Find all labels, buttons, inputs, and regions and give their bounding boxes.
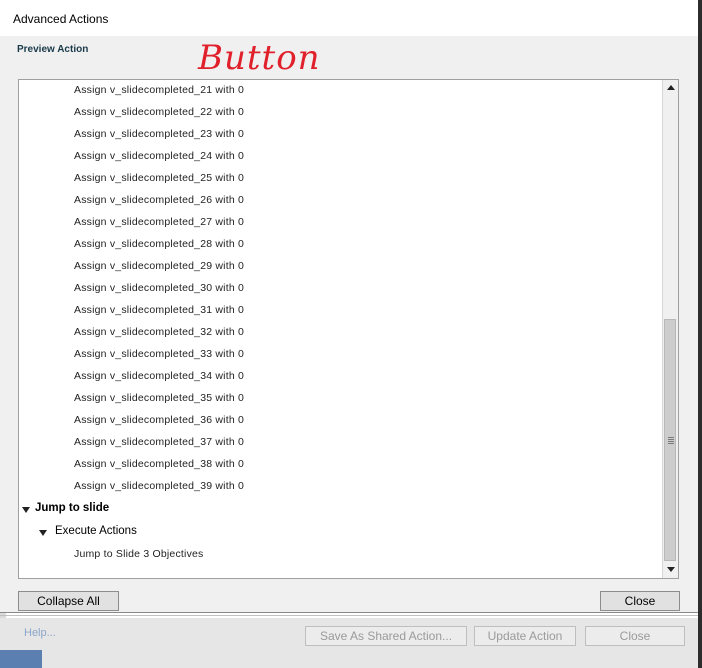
- list-item[interactable]: Assign v_slidecompleted_35 with 0: [74, 392, 244, 404]
- list-item[interactable]: Assign v_slidecompleted_38 with 0: [74, 458, 244, 470]
- tree-group-label: Jump to slide: [35, 502, 110, 514]
- help-link[interactable]: Help...: [24, 627, 56, 639]
- background-taskbar-fragment: [0, 650, 42, 668]
- list-item[interactable]: Assign v_slidecompleted_23 with 0: [74, 128, 244, 140]
- list-item[interactable]: Assign v_slidecompleted_36 with 0: [74, 414, 244, 426]
- update-action-button[interactable]: Update Action: [474, 626, 576, 646]
- collapse-all-button[interactable]: Collapse All: [18, 591, 119, 611]
- list-item[interactable]: Assign v_slidecompleted_25 with 0: [74, 172, 244, 184]
- grip-icon: [668, 439, 674, 440]
- window-edge: [698, 0, 702, 668]
- grip-icon: [668, 437, 674, 438]
- list-item[interactable]: Assign v_slidecompleted_34 with 0: [74, 370, 244, 382]
- expand-triangle-icon[interactable]: [39, 530, 47, 536]
- list-item[interactable]: Assign v_slidecompleted_21 with 0: [74, 84, 244, 96]
- list-item[interactable]: Assign v_slidecompleted_28 with 0: [74, 238, 244, 250]
- handwritten-annotation: Button: [198, 38, 321, 78]
- grip-icon: [668, 443, 674, 444]
- preview-action-dialog: Advanced Actions Preview Action Button A…: [0, 0, 699, 613]
- list-item[interactable]: Jump to Slide 3 Objectives: [74, 548, 204, 560]
- action-tree: Assign v_slidecompleted_21 with 0 Assign …: [19, 80, 663, 578]
- window-title: Advanced Actions: [13, 12, 109, 26]
- list-item[interactable]: Assign v_slidecompleted_29 with 0: [74, 260, 244, 272]
- arrow-up-icon: [667, 85, 675, 90]
- save-as-shared-action-button[interactable]: Save As Shared Action...: [305, 626, 467, 646]
- arrow-down-icon: [667, 567, 675, 572]
- scroll-up-button[interactable]: [663, 80, 678, 96]
- section-label: Preview Action: [17, 44, 89, 55]
- vertical-scrollbar[interactable]: [662, 80, 678, 578]
- list-item[interactable]: Assign v_slidecompleted_37 with 0: [74, 436, 244, 448]
- close-button[interactable]: Close: [600, 591, 680, 611]
- scrollbar-thumb[interactable]: [664, 319, 676, 561]
- list-item[interactable]: Assign v_slidecompleted_30 with 0: [74, 282, 244, 294]
- list-item[interactable]: Assign v_slidecompleted_39 with 0: [74, 480, 244, 492]
- list-item[interactable]: Assign v_slidecompleted_31 with 0: [74, 304, 244, 316]
- list-item[interactable]: Assign v_slidecompleted_32 with 0: [74, 326, 244, 338]
- list-item[interactable]: Assign v_slidecompleted_27 with 0: [74, 216, 244, 228]
- background-divider: [0, 615, 702, 616]
- expand-triangle-icon[interactable]: [22, 507, 30, 513]
- grip-icon: [668, 441, 674, 442]
- scroll-down-button[interactable]: [663, 562, 678, 578]
- list-item[interactable]: Assign v_slidecompleted_33 with 0: [74, 348, 244, 360]
- tree-group-label: Execute Actions: [55, 525, 137, 537]
- title-bar[interactable]: Advanced Actions: [0, 0, 698, 36]
- background-close-button[interactable]: Close: [585, 626, 685, 646]
- list-item[interactable]: Assign v_slidecompleted_24 with 0: [74, 150, 244, 162]
- action-preview-list[interactable]: Assign v_slidecompleted_21 with 0 Assign …: [18, 79, 679, 579]
- list-item[interactable]: Assign v_slidecompleted_26 with 0: [74, 194, 244, 206]
- list-item[interactable]: Assign v_slidecompleted_22 with 0: [74, 106, 244, 118]
